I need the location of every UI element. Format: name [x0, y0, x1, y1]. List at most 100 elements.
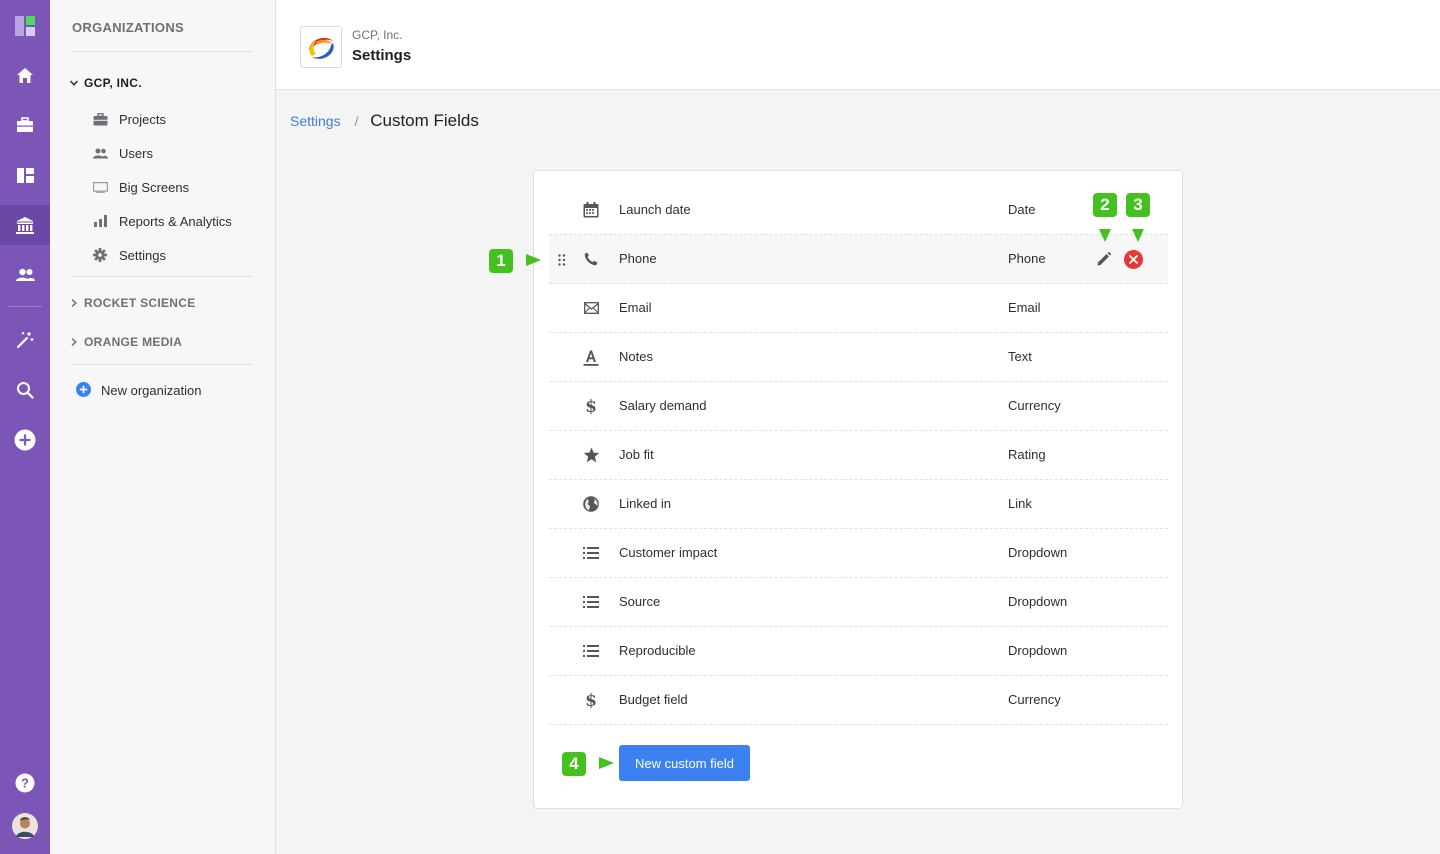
sidebar-divider: [72, 51, 253, 52]
add-icon[interactable]: [0, 420, 50, 460]
logo-icon[interactable]: [0, 6, 50, 46]
breadcrumb: Settings / Custom Fields: [290, 111, 479, 131]
chevron-down-icon: [68, 77, 80, 89]
page-header: GCP, Inc. Settings: [276, 0, 1440, 90]
field-name: Launch date: [619, 202, 691, 217]
users-icon: [92, 145, 108, 161]
callout-badge: 3: [1126, 193, 1150, 217]
field-type: Text: [1008, 349, 1032, 364]
field-row[interactable]: Source Dropdown: [549, 578, 1168, 627]
field-row[interactable]: Phone Phone: [549, 235, 1168, 284]
dollar-icon: $: [582, 691, 600, 709]
field-name: Job fit: [619, 447, 654, 462]
svg-text:?: ?: [21, 776, 29, 791]
drag-handle-icon[interactable]: [558, 253, 570, 267]
breadcrumb-current: Custom Fields: [370, 111, 479, 130]
sidebar-item-big-screens[interactable]: Big Screens: [92, 177, 189, 197]
text-icon: [582, 348, 600, 366]
field-row[interactable]: Job fit Rating: [549, 431, 1168, 480]
sidebar-item-label: Settings: [119, 247, 166, 263]
sidebar-item-projects[interactable]: Projects: [92, 109, 166, 129]
field-type: Currency: [1008, 692, 1061, 707]
app-rail: ?: [0, 0, 50, 854]
list-icon: [582, 593, 600, 611]
svg-text:$: $: [585, 397, 597, 415]
list-icon: [582, 642, 600, 660]
field-type: Rating: [1008, 447, 1046, 462]
org-label: ORANGE MEDIA: [84, 335, 183, 349]
field-name: Source: [619, 594, 661, 609]
list-icon: [582, 544, 600, 562]
callout-arrow: [1132, 229, 1144, 242]
callout-badge: 2: [1093, 193, 1117, 217]
edit-pencil-icon[interactable]: [1096, 251, 1114, 269]
field-name: Reproducible: [619, 643, 696, 658]
calendar-icon: [582, 201, 600, 219]
field-name: Budget field: [619, 692, 688, 707]
breadcrumb-settings-link[interactable]: Settings: [290, 113, 341, 129]
avatar[interactable]: [0, 806, 50, 846]
org-orange-media[interactable]: ORANGE MEDIA: [68, 335, 182, 349]
org-label: GCP, INC.: [84, 76, 142, 90]
briefcase-icon[interactable]: [0, 105, 50, 145]
sidebar-item-label: Reports & Analytics: [119, 213, 232, 229]
field-row[interactable]: Linked in Link: [549, 480, 1168, 529]
field-row[interactable]: Reproducible Dropdown: [549, 627, 1168, 676]
magic-wand-icon[interactable]: [0, 320, 50, 360]
callout-arrow: [526, 254, 541, 266]
field-row[interactable]: Launch date Date: [549, 186, 1168, 235]
page-title: Settings: [352, 47, 412, 64]
org-gcp-inc[interactable]: GCP, INC.: [68, 76, 142, 90]
organization-logo: [300, 26, 342, 68]
sidebar-item-label: Users: [119, 145, 153, 161]
users-icon[interactable]: [0, 255, 50, 295]
org-rocket-science[interactable]: ROCKET SCIENCE: [68, 296, 196, 310]
sidebar-title: ORGANIZATIONS: [72, 20, 184, 35]
field-row[interactable]: $ Salary demand Currency: [549, 382, 1168, 431]
field-name: Salary demand: [619, 398, 707, 413]
field-row[interactable]: $ Budget field Currency: [549, 676, 1168, 725]
chevron-right-icon: [68, 336, 80, 348]
field-row[interactable]: Email Email: [549, 284, 1168, 333]
sidebar-item-settings[interactable]: Settings: [92, 245, 166, 265]
sidebar-item-label: Big Screens: [119, 179, 190, 195]
new-organization-button[interactable]: New organization: [76, 382, 201, 398]
sidebar-item-reports[interactable]: Reports & Analytics: [92, 211, 232, 231]
field-type: Dropdown: [1008, 594, 1068, 609]
sidebar-divider: [72, 276, 253, 277]
gear-icon: [92, 247, 108, 263]
plus-circle-icon: [76, 382, 92, 398]
dashboard-icon[interactable]: [0, 155, 50, 195]
field-type: Link: [1008, 496, 1032, 511]
briefcase-icon: [92, 111, 108, 127]
delete-icon[interactable]: [1124, 250, 1143, 269]
globe-icon: [582, 495, 600, 513]
field-row[interactable]: Notes Text: [549, 333, 1168, 382]
callout-badge: 4: [562, 752, 586, 776]
field-type: Dropdown: [1008, 545, 1068, 560]
field-name: Notes: [619, 349, 653, 364]
help-icon[interactable]: ?: [0, 763, 50, 803]
dollar-icon: $: [582, 397, 600, 415]
phone-icon: [582, 250, 600, 268]
new-organization-label: New organization: [101, 382, 202, 398]
breadcrumb-separator: /: [354, 113, 359, 129]
sidebar-item-users[interactable]: Users: [92, 143, 153, 163]
custom-fields-card: Launch date Date Phone Phone Email Email…: [533, 170, 1183, 809]
field-type: Email: [1008, 300, 1041, 315]
envelope-icon: [582, 299, 600, 317]
field-type: Phone: [1008, 251, 1046, 266]
home-icon[interactable]: [0, 55, 50, 95]
search-icon[interactable]: [0, 370, 50, 410]
field-name: Email: [619, 300, 652, 315]
new-custom-field-button[interactable]: New custom field: [619, 745, 750, 781]
field-name: Customer impact: [619, 545, 718, 560]
field-type: Date: [1008, 202, 1036, 217]
field-type: Dropdown: [1008, 643, 1068, 658]
bar-chart-icon: [92, 213, 108, 229]
field-name: Phone: [619, 251, 657, 266]
field-row[interactable]: Customer impact Dropdown: [549, 529, 1168, 578]
svg-text:$: $: [585, 691, 597, 709]
organizations-sidebar: ORGANIZATIONS GCP, INC. Projects Users B…: [50, 0, 276, 854]
bank-icon[interactable]: [0, 205, 50, 245]
